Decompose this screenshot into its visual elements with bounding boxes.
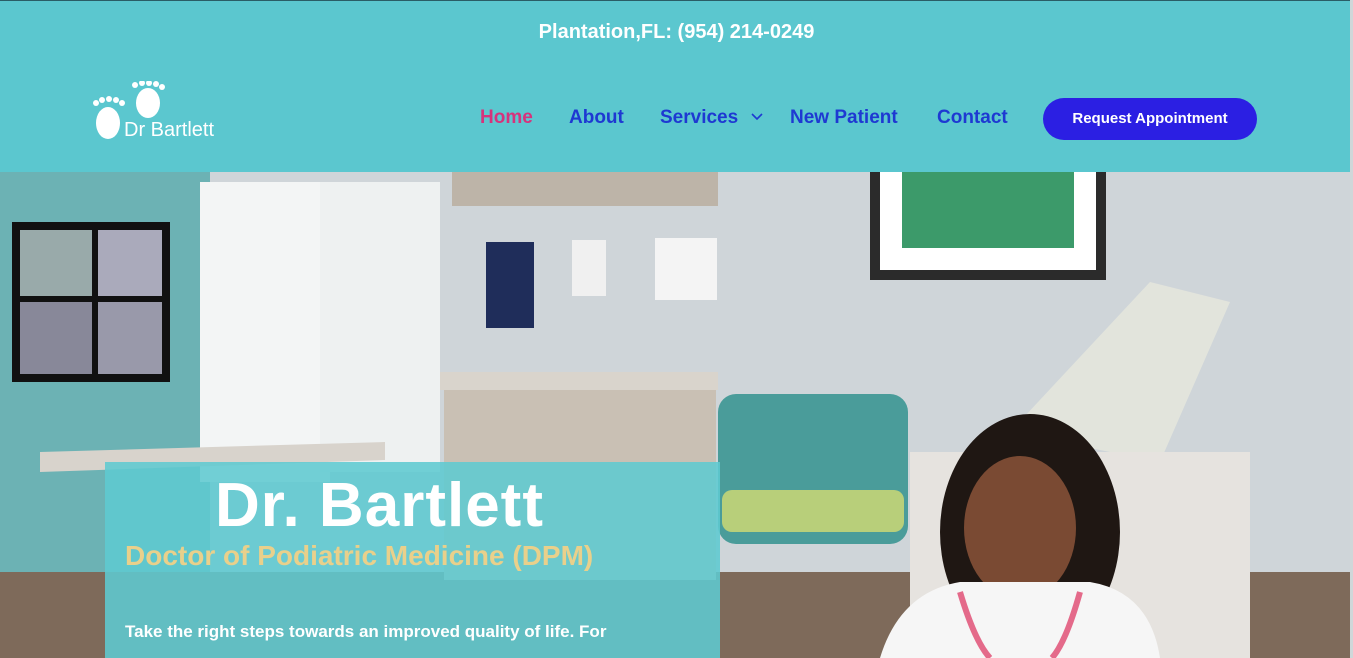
- nav-home[interactable]: Home: [480, 107, 533, 129]
- nav-new-patient[interactable]: New Patient: [790, 107, 898, 129]
- doctor-face: [964, 456, 1076, 600]
- nav-about[interactable]: About: [569, 107, 624, 129]
- window: [200, 182, 330, 482]
- site-logo[interactable]: Dr Bartlett: [92, 81, 232, 143]
- sink-counter: [440, 372, 718, 390]
- hero-body-text: Take the right steps towards an improved…: [125, 622, 607, 641]
- nav-about-label: About: [569, 107, 624, 128]
- logo-text: Dr Bartlett: [124, 119, 215, 141]
- site-header: Plantation,FL: (954) 214-0249 Dr Bartlet…: [0, 0, 1353, 172]
- request-appointment-button[interactable]: Request Appointment: [1043, 98, 1257, 140]
- nav-new-patient-label: New Patient: [790, 107, 898, 128]
- hero-title: Dr. Bartlett: [215, 471, 544, 540]
- chevron-down-icon: [751, 113, 764, 121]
- nav-home-label: Home: [480, 107, 533, 128]
- upper-cabinets: [452, 172, 718, 206]
- hero-section: Dr. Bartlett Doctor of Podiatric Medicin…: [0, 172, 1350, 658]
- nav-services-label: Services: [660, 107, 739, 128]
- nav-contact-label: Contact: [937, 107, 1008, 128]
- hero-overlay: Dr. Bartlett Doctor of Podiatric Medicin…: [105, 462, 720, 658]
- phone-line[interactable]: Plantation,FL: (954) 214-0249: [0, 21, 1353, 44]
- nav-contact[interactable]: Contact: [937, 107, 1008, 129]
- nav-services[interactable]: Services: [660, 107, 764, 129]
- hero-subtitle: Doctor of Podiatric Medicine (DPM): [125, 540, 594, 571]
